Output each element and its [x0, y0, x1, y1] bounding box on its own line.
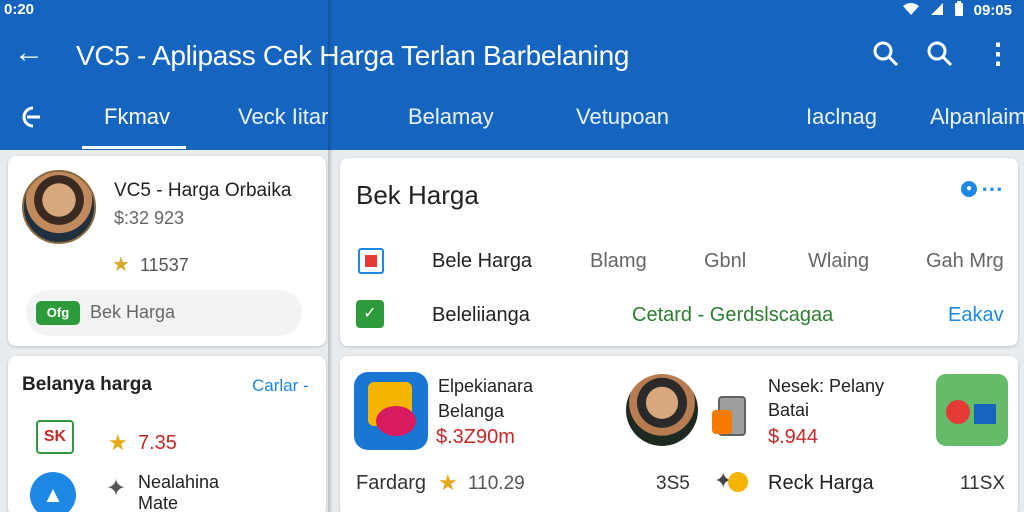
product-image[interactable] — [936, 374, 1008, 446]
profile-name: VC5 - Harga Orbaika — [114, 180, 292, 201]
star-icon: ★ — [438, 470, 458, 495]
app-bar: 0:20 09:05 ← VC5 - Aplipass Cek Harga Te… — [0, 0, 1024, 150]
calendar-icon — [358, 248, 384, 274]
search-icon-secondary[interactable] — [926, 40, 954, 73]
product-name-line1: Nesek: Pelany — [768, 376, 885, 396]
chat-icon[interactable]: ✦ — [714, 468, 749, 494]
column-wlaing[interactable]: Wlaing — [808, 250, 869, 273]
product-price: $.944 — [768, 426, 819, 448]
product-badge-icon: SK — [36, 420, 74, 454]
list-row-line2: Mate — [138, 493, 179, 512]
row-label-bele-harga[interactable]: Bele Harga — [432, 250, 532, 273]
chip-badge: Ofg — [36, 301, 80, 325]
footer-count: 3S5 — [656, 473, 690, 494]
product-price: $.3Z90m — [436, 426, 515, 448]
column-gbnl[interactable]: Gbnl — [704, 250, 746, 273]
info-dot-icon: ● — [961, 181, 977, 197]
avatar — [22, 170, 96, 244]
product-name-line2: Belanga — [438, 401, 505, 421]
price-check-card: Bek Harga ● ⋯ Bele Harga Blamg Gbnl Wlai… — [340, 158, 1018, 346]
battery-icon — [954, 1, 964, 20]
footer-right-value: 11SX — [960, 473, 1006, 494]
check-price-link[interactable]: Reck Harga — [768, 472, 874, 495]
footer-rating: 110.29 — [468, 473, 525, 494]
status-right: 09:05 — [902, 1, 1012, 20]
shopping-list-card: Belanya harga Carlar - SK ★ 7.35 ▲ ✦ Nea… — [8, 356, 326, 512]
overflow-menu-icon[interactable]: ⋮ — [984, 36, 1012, 72]
list-row-text[interactable]: Nealahina Mate — [138, 472, 219, 512]
column-gah-mrg[interactable]: Gah Mrg — [926, 250, 1004, 273]
profile-price: $:32 923 — [114, 208, 185, 228]
check-price-chip[interactable]: Ofg Bek Harga — [26, 290, 302, 336]
toolbar: ← VC5 - Aplipass Cek Harga Terlan Barbel… — [0, 28, 1024, 84]
star-icon: ★ — [112, 254, 130, 276]
product-can-shape — [712, 410, 732, 434]
split-divider — [328, 0, 333, 512]
back-arrow-icon[interactable]: ← — [14, 36, 44, 70]
product-name-line1: Elpekianara — [438, 376, 534, 396]
footer-label: Fardarg — [356, 472, 427, 494]
search-icon[interactable] — [872, 40, 900, 73]
status-time: 09:05 — [973, 2, 1012, 19]
tab-iaclnag[interactable]: Iaclnag — [806, 104, 877, 130]
status-text: Cetard - Gerdslscagaa — [632, 304, 834, 326]
column-blamg[interactable]: Blamg — [590, 250, 647, 273]
seller-avatar[interactable] — [626, 374, 698, 446]
signal-icon — [930, 2, 944, 19]
app-title: VC5 - Aplipass Cek Harga Terlan Barbelan… — [76, 40, 630, 71]
list-see-all-link[interactable]: Carlar - — [252, 376, 309, 396]
list-row-line1: Nealahina — [138, 472, 220, 492]
tab-fkmav[interactable]: Fkmav — [104, 104, 170, 130]
exit-icon[interactable] — [18, 104, 44, 137]
navigation-icon[interactable]: ▲ — [30, 472, 76, 512]
list-heading: Belanya harga — [22, 374, 152, 395]
row-action-link[interactable]: Eakav — [948, 304, 1004, 327]
active-tab-indicator — [82, 146, 186, 149]
products-card: Elpekianara Belanga $.3Z90m Nesek: Pelan… — [340, 356, 1018, 512]
more-dots-icon: ⋯ — [981, 176, 1004, 201]
product-name-line2: Batai — [768, 400, 810, 420]
tab-vetupoan[interactable]: Vetupoan — [576, 104, 669, 130]
tab-bar: Fkmav Veck Iitar Belamay Vetupoan Iaclna… — [0, 96, 1024, 150]
star-icon: ★ — [108, 430, 128, 455]
tab-belamay[interactable]: Belamay — [408, 104, 494, 130]
product-image[interactable] — [354, 372, 428, 450]
wifi-icon — [902, 2, 920, 19]
chip-label: Bek Harga — [90, 302, 176, 322]
tab-veck-iitar[interactable]: Veck Iitar — [238, 104, 328, 130]
check-icon: ✓ — [356, 300, 384, 328]
product-name[interactable]: Elpekianara Belanga — [438, 374, 533, 424]
list-row-value: 7.35 — [138, 432, 177, 454]
profile-card[interactable]: VC5 - Harga Orbaika $:32 923 ★ 11537 Ofg… — [8, 156, 326, 346]
status-bar: 0:20 09:05 — [0, 0, 1024, 22]
product-name[interactable]: Nesek: Pelany Batai — [768, 374, 884, 422]
tab-alpanlaim[interactable]: Alpanlaim — [930, 104, 1024, 130]
status-left-text: 0:20 — [4, 1, 35, 18]
product-image[interactable] — [712, 374, 762, 446]
person-icon: ✦ — [106, 475, 127, 502]
profile-rating: 11537 — [140, 255, 189, 275]
card-title: Bek Harga — [356, 180, 479, 210]
card-more-button[interactable]: ● ⋯ — [961, 176, 1004, 202]
row-label-beleliianga: Beleliianga — [432, 304, 530, 326]
